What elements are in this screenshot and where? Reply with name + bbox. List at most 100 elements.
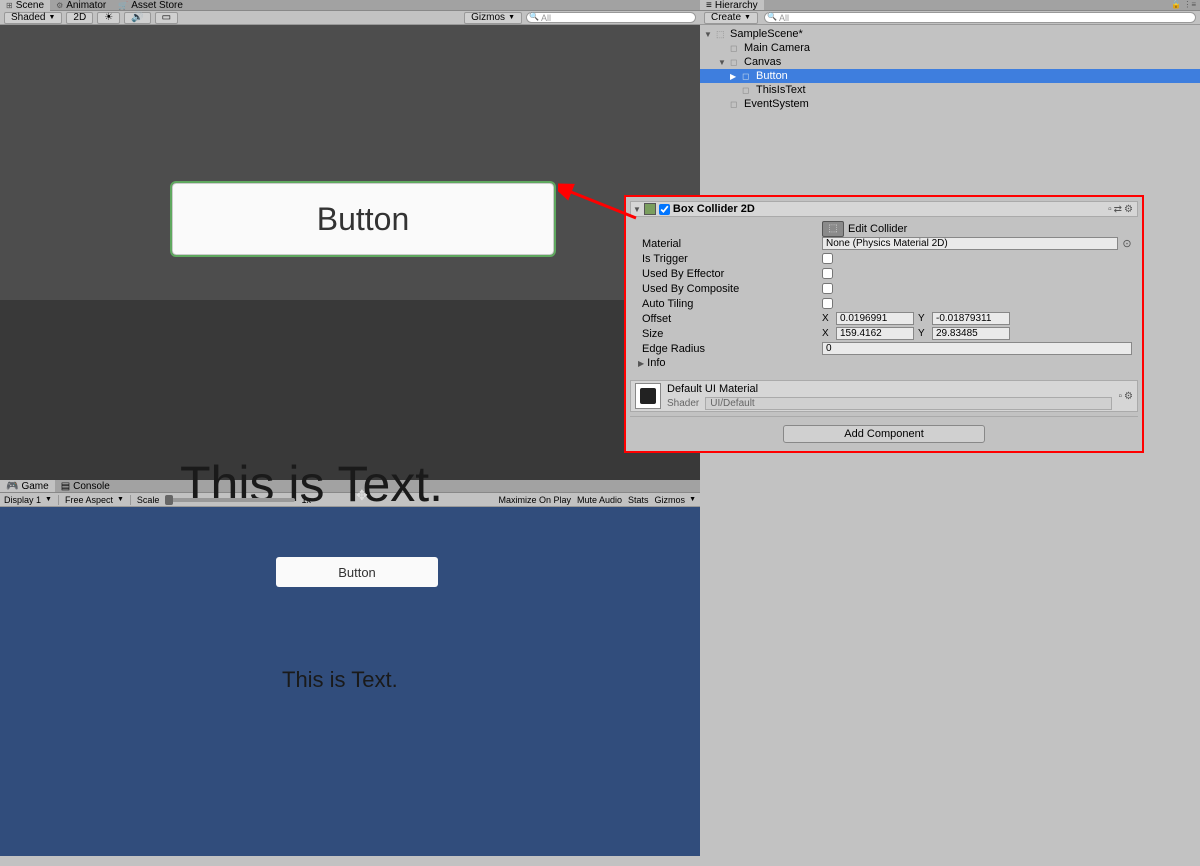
used-by-composite-checkbox[interactable] [822,283,833,294]
size-label: Size [636,328,822,340]
gameobject-icon: ◻ [742,71,754,82]
gizmos-dropdown[interactable]: Gizmos ▼ [464,12,522,24]
mute-audio-toggle[interactable]: Mute Audio [577,495,622,505]
hierarchy-toolbar: Create▼ All [700,11,1200,25]
expand-arrow-icon[interactable]: ▶ [730,72,740,81]
gameobject-icon: ◻ [730,43,742,54]
hierarchy-scene-row[interactable]: ▼⬚SampleScene* [700,27,1200,41]
game-ui-text: This is Text. [282,667,398,693]
help-icon[interactable]: ▫ [1118,391,1122,402]
inspector-highlight-box: ▼ Box Collider 2D ▫⇄⚙ ⬚ Edit Collider Mat… [624,195,1144,453]
stats-toggle[interactable]: Stats [628,495,649,505]
offset-x-field[interactable]: 0.0196991 [836,312,914,325]
fx-toggle[interactable]: ▭ [155,12,178,24]
tab-game-label: Game [21,481,48,492]
move-gizmo-icon[interactable]: ✥ [356,487,368,504]
object-picker-icon[interactable]: ⊙ [1122,237,1132,250]
shaded-dropdown[interactable]: Shaded ▼ [4,12,62,24]
shader-label: Shader [667,398,699,409]
gear-icon[interactable]: ⚙ [1124,391,1133,402]
auto-tiling-checkbox[interactable] [822,298,833,309]
hierarchy-item-main-camera[interactable]: ◻Main Camera [700,41,1200,55]
hierarchy-icon: ≡ [706,0,712,11]
is-trigger-label: Is Trigger [636,253,822,265]
tab-scene-label: Scene [16,0,44,11]
maximize-on-play-toggle[interactable]: Maximize On Play [498,495,571,505]
display-dropdown[interactable]: Display 1▼ [4,495,52,505]
help-icon[interactable]: ▫ [1108,204,1112,215]
collapse-arrow-icon[interactable]: ▼ [633,205,641,214]
add-component-button[interactable]: Add Component [783,425,985,443]
game-view[interactable]: Button This is Text. [0,507,700,856]
mode-2d-toggle[interactable]: 2D [66,12,93,24]
tab-hierarchy-label: Hierarchy [715,0,758,11]
scene-ui-text[interactable]: This is Text. [180,455,443,513]
edge-radius-field[interactable]: 0 [822,342,1132,355]
size-y-field[interactable]: 29.83485 [932,327,1010,340]
scene-search-input[interactable]: All [526,12,696,23]
hierarchy-item-eventsystem[interactable]: ◻EventSystem [700,97,1200,111]
lighting-toggle[interactable]: ☀ [97,12,120,24]
expand-arrow-icon[interactable]: ▶ [638,359,644,368]
edit-collider-label: Edit Collider [848,223,907,235]
edge-radius-label: Edge Radius [636,343,822,355]
component-header-box-collider-2d[interactable]: ▼ Box Collider 2D ▫⇄⚙ [630,201,1138,217]
edit-collider-icon-button[interactable]: ⬚ [822,221,844,237]
gameobject-icon: ◻ [742,85,754,96]
used-by-composite-label: Used By Composite [636,283,822,295]
tab-animator[interactable]: ⚙Animator [50,0,112,11]
tab-animator-label: Animator [66,0,106,11]
material-preview-row[interactable]: Default UI Material Shader UI/Default ▫⚙ [630,380,1138,412]
chevron-down-icon: ▼ [508,14,515,21]
info-foldout[interactable]: ▶Info [636,356,1132,370]
game-icon: 🎮 [6,481,18,492]
store-icon: 🛒 [118,1,128,10]
game-ui-button[interactable]: Button [276,557,438,587]
hierarchy-item-button[interactable]: ▶◻Button [700,69,1200,83]
material-label: Material [636,238,822,250]
hierarchy-search-input[interactable]: All [764,12,1196,23]
material-field[interactable]: None (Physics Material 2D) [822,237,1118,250]
scene-icon: ⊞ [6,1,13,10]
hierarchy-item-thisistext[interactable]: ◻ThisIsText [700,83,1200,97]
scene-ui-button[interactable]: Button [172,183,554,255]
scale-label: Scale [137,495,160,505]
create-dropdown[interactable]: Create▼ [704,12,758,24]
size-x-field[interactable]: 159.4162 [836,327,914,340]
y-label: Y [918,328,928,339]
animator-icon: ⚙ [56,1,63,10]
lock-icon[interactable]: 🔒 [1171,0,1181,10]
game-gizmos-dropdown[interactable]: Gizmos▼ [655,495,696,505]
unity-scene-icon: ⬚ [716,29,728,40]
shader-dropdown[interactable]: UI/Default [705,397,1112,410]
x-label: X [822,313,832,324]
chevron-down-icon: ▼ [689,496,696,503]
tab-hierarchy[interactable]: ≡Hierarchy [700,0,764,10]
console-icon: ▤ [61,481,70,492]
hierarchy-tabs: ≡Hierarchy 🔒⋮≡ [700,0,1200,11]
tab-game[interactable]: 🎮Game [0,480,55,492]
box-collider-2d-icon [644,203,656,215]
scene-toolbar: Shaded ▼ 2D ☀ 🔊 ▭ Gizmos ▼ All [0,11,700,25]
is-trigger-checkbox[interactable] [822,253,833,264]
audio-toggle[interactable]: 🔊 [124,12,150,24]
tab-scene[interactable]: ⊞Scene [0,0,50,11]
expand-arrow-icon[interactable]: ▼ [704,30,714,39]
offset-y-field[interactable]: -0.01879311 [932,312,1010,325]
aspect-dropdown[interactable]: Free Aspect▼ [65,495,124,505]
hierarchy-item-canvas[interactable]: ▼◻Canvas [700,55,1200,69]
preset-icon[interactable]: ⇄ [1114,204,1122,215]
expand-arrow-icon[interactable]: ▼ [718,58,728,67]
material-name: Default UI Material [667,383,1112,395]
used-by-effector-checkbox[interactable] [822,268,833,279]
gear-icon[interactable]: ⚙ [1124,204,1133,215]
tab-console[interactable]: ▤Console [55,480,116,492]
scene-view[interactable]: Button This is Text. ✥ [0,25,700,480]
used-by-effector-label: Used By Effector [636,268,822,280]
chevron-down-icon: ▼ [45,496,52,503]
tab-asset-store[interactable]: 🛒Asset Store [112,0,189,11]
scale-slider[interactable] [165,498,295,502]
component-enabled-checkbox[interactable] [659,204,670,215]
tab-asset-store-label: Asset Store [131,0,183,11]
panel-menu-icon[interactable]: ⋮≡ [1183,0,1196,10]
